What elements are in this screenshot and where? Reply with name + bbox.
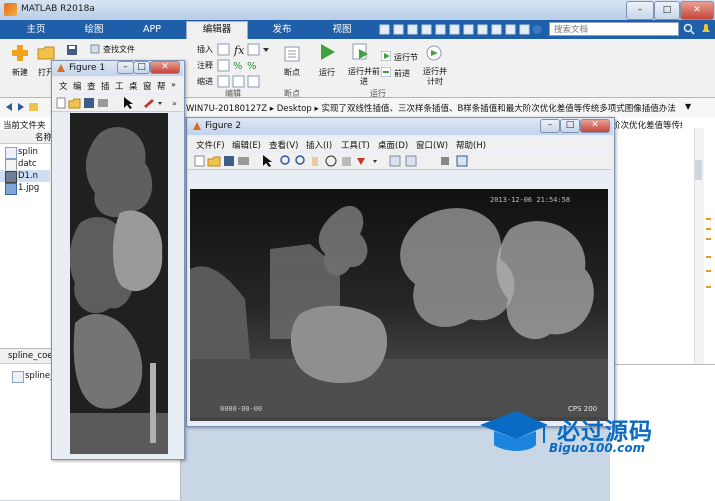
search-icon[interactable] bbox=[683, 23, 695, 35]
figure1-toolbar-icons[interactable]: » bbox=[52, 95, 183, 111]
save-icon[interactable] bbox=[66, 44, 78, 56]
fig1-menu-tools[interactable]: 工 bbox=[115, 80, 124, 92]
figure-2-toolbar bbox=[187, 153, 612, 170]
new-button[interactable]: 新建 bbox=[12, 67, 28, 78]
run-advance-icon[interactable] bbox=[352, 43, 370, 61]
photo-stamp-left: 0000-00-00 bbox=[220, 405, 262, 413]
fig2-menu-tools[interactable]: 工具(T) bbox=[341, 139, 370, 151]
fig2-maximize-button[interactable]: □ bbox=[560, 119, 580, 133]
run-button[interactable]: 运行 bbox=[319, 67, 335, 78]
minimize-button[interactable]: – bbox=[626, 1, 654, 20]
fig2-menu-edit[interactable]: 编辑(E) bbox=[232, 139, 261, 151]
file-item[interactable]: 1.jpg bbox=[18, 183, 39, 193]
tab-publish[interactable]: 发布 bbox=[254, 22, 310, 38]
matlab-figure-icon bbox=[192, 121, 202, 131]
search-documentation-input[interactable]: 搜索文档 bbox=[549, 22, 679, 36]
file-item[interactable]: splin bbox=[18, 147, 38, 157]
run-advance-button[interactable]: 运行并前进 bbox=[347, 67, 381, 87]
tab-editor[interactable]: 编辑器 bbox=[186, 21, 248, 40]
run-time-button[interactable]: 运行并计时 bbox=[421, 67, 449, 87]
find-file-icon[interactable] bbox=[90, 44, 100, 54]
photo-timestamp: 2013-12-06 21:54:58 bbox=[490, 196, 570, 204]
fig1-menu-desktop[interactable]: 桌 bbox=[129, 80, 138, 92]
quick-access-icons bbox=[379, 24, 542, 35]
matlab-figure-icon bbox=[56, 63, 66, 73]
file-item[interactable]: D1.n bbox=[18, 171, 38, 181]
details-item[interactable]: spline_ bbox=[25, 371, 54, 381]
name-column-header[interactable]: 名称 bbox=[35, 131, 52, 143]
maximize-button[interactable]: □ bbox=[654, 1, 680, 20]
fig2-minimize-button[interactable]: – bbox=[540, 119, 560, 133]
svg-text:fx: fx bbox=[233, 44, 245, 57]
figure-2-image[interactable]: 2013-12-06 21:54:58 0000-00-00 CPS 200 bbox=[190, 189, 608, 421]
edit-tools-icons[interactable]: fx % % bbox=[217, 42, 275, 88]
svg-text:%: % bbox=[247, 61, 257, 72]
comment-button[interactable]: 注释 bbox=[197, 60, 213, 71]
fig2-menu-file[interactable]: 文件(F) bbox=[196, 139, 225, 151]
figure-toolbar-icons[interactable] bbox=[187, 153, 612, 169]
svg-text:»: » bbox=[172, 99, 177, 108]
fig1-minimize-button[interactable]: – bbox=[117, 61, 134, 74]
figure-1-title: Figure 1 bbox=[69, 63, 106, 73]
figure-2-title: Figure 2 bbox=[205, 121, 242, 131]
file-item[interactable]: datc bbox=[18, 159, 37, 169]
matlab-logo-icon bbox=[4, 3, 17, 16]
run-section-button[interactable]: 运行节 bbox=[394, 52, 418, 63]
svg-text:%: % bbox=[233, 61, 243, 72]
code-analyzer-markers[interactable] bbox=[704, 128, 713, 368]
fig2-menu-insert[interactable]: 插入(I) bbox=[306, 139, 332, 151]
fig1-menu-help[interactable]: 帮 bbox=[157, 80, 166, 92]
insert-button[interactable]: 插入 bbox=[197, 44, 213, 55]
fig1-close-button[interactable]: ✕ bbox=[150, 61, 180, 74]
notification-icon[interactable] bbox=[700, 23, 712, 35]
quick-access-toolbar bbox=[378, 23, 543, 36]
tab-apps[interactable]: APP bbox=[126, 22, 178, 38]
path-dropdown-icon[interactable]: ▼ bbox=[685, 102, 691, 111]
night-garden-photo-narrow bbox=[70, 113, 168, 454]
fig1-menu-view[interactable]: 查 bbox=[87, 80, 96, 92]
mfile-icon bbox=[5, 147, 17, 159]
fig2-menu-window[interactable]: 窗口(W) bbox=[416, 139, 448, 151]
fig1-menu-insert[interactable]: 插 bbox=[101, 80, 110, 92]
fig2-close-button[interactable]: ✕ bbox=[580, 119, 610, 133]
fig2-menu-view[interactable]: 查看(V) bbox=[269, 139, 298, 151]
window-title: MATLAB R2018a bbox=[21, 4, 95, 14]
run-time-icon[interactable] bbox=[425, 43, 443, 61]
close-button[interactable]: ✕ bbox=[680, 1, 714, 20]
current-folder-path[interactable]: WIN7U-20180127Z ▸ Desktop ▸ 实现了双线性插值、三次样… bbox=[186, 102, 676, 114]
editor-path-suffix: 阶次优化差值等传统多项式图像插值办法 bbox=[612, 121, 682, 131]
fig1-menu-file[interactable]: 文 bbox=[59, 80, 68, 92]
advance-button[interactable]: 前进 bbox=[394, 68, 410, 79]
advance-icon[interactable] bbox=[380, 66, 392, 78]
fig1-menu-edit[interactable]: 编 bbox=[73, 80, 82, 92]
new-plus-icon[interactable] bbox=[10, 44, 30, 62]
details-title: spline_coe bbox=[8, 351, 53, 361]
mat-file-icon bbox=[5, 171, 17, 183]
breakpoint-icon[interactable] bbox=[283, 45, 301, 63]
title-bar bbox=[0, 0, 715, 21]
tab-home[interactable]: 主页 bbox=[10, 22, 62, 38]
image-file-icon bbox=[5, 183, 17, 195]
night-garden-photo: 2013-12-06 21:54:58 0000-00-00 CPS 200 bbox=[190, 189, 608, 421]
find-file-button[interactable]: 查找文件 bbox=[103, 44, 135, 55]
menu-overflow-icon[interactable]: » bbox=[171, 80, 176, 89]
indent-button[interactable]: 缩进 bbox=[197, 76, 213, 87]
fig2-menu-help[interactable]: 帮助(H) bbox=[456, 139, 486, 151]
graduation-cap-logo bbox=[478, 407, 550, 455]
breakpoint-button[interactable]: 断点 bbox=[284, 67, 300, 78]
watermark-url: Biguo100.com bbox=[549, 441, 646, 455]
fig1-maximize-button[interactable]: □ bbox=[133, 61, 150, 74]
function-icon bbox=[12, 371, 24, 383]
nav-arrows-icon[interactable] bbox=[4, 101, 40, 113]
open-folder-icon[interactable] bbox=[37, 45, 55, 61]
figure-1-toolbar: » bbox=[52, 95, 183, 112]
figure-1-image[interactable] bbox=[70, 113, 168, 454]
run-section-icon[interactable] bbox=[380, 50, 392, 62]
tab-view[interactable]: 视图 bbox=[314, 22, 370, 38]
fig2-menu-desktop[interactable]: 桌面(D) bbox=[378, 139, 408, 151]
tab-plots[interactable]: 绘图 bbox=[68, 22, 120, 38]
fig1-menu-window[interactable]: 窗 bbox=[143, 80, 152, 92]
run-icon[interactable] bbox=[318, 43, 336, 61]
scrollbar-thumb[interactable] bbox=[695, 160, 702, 180]
